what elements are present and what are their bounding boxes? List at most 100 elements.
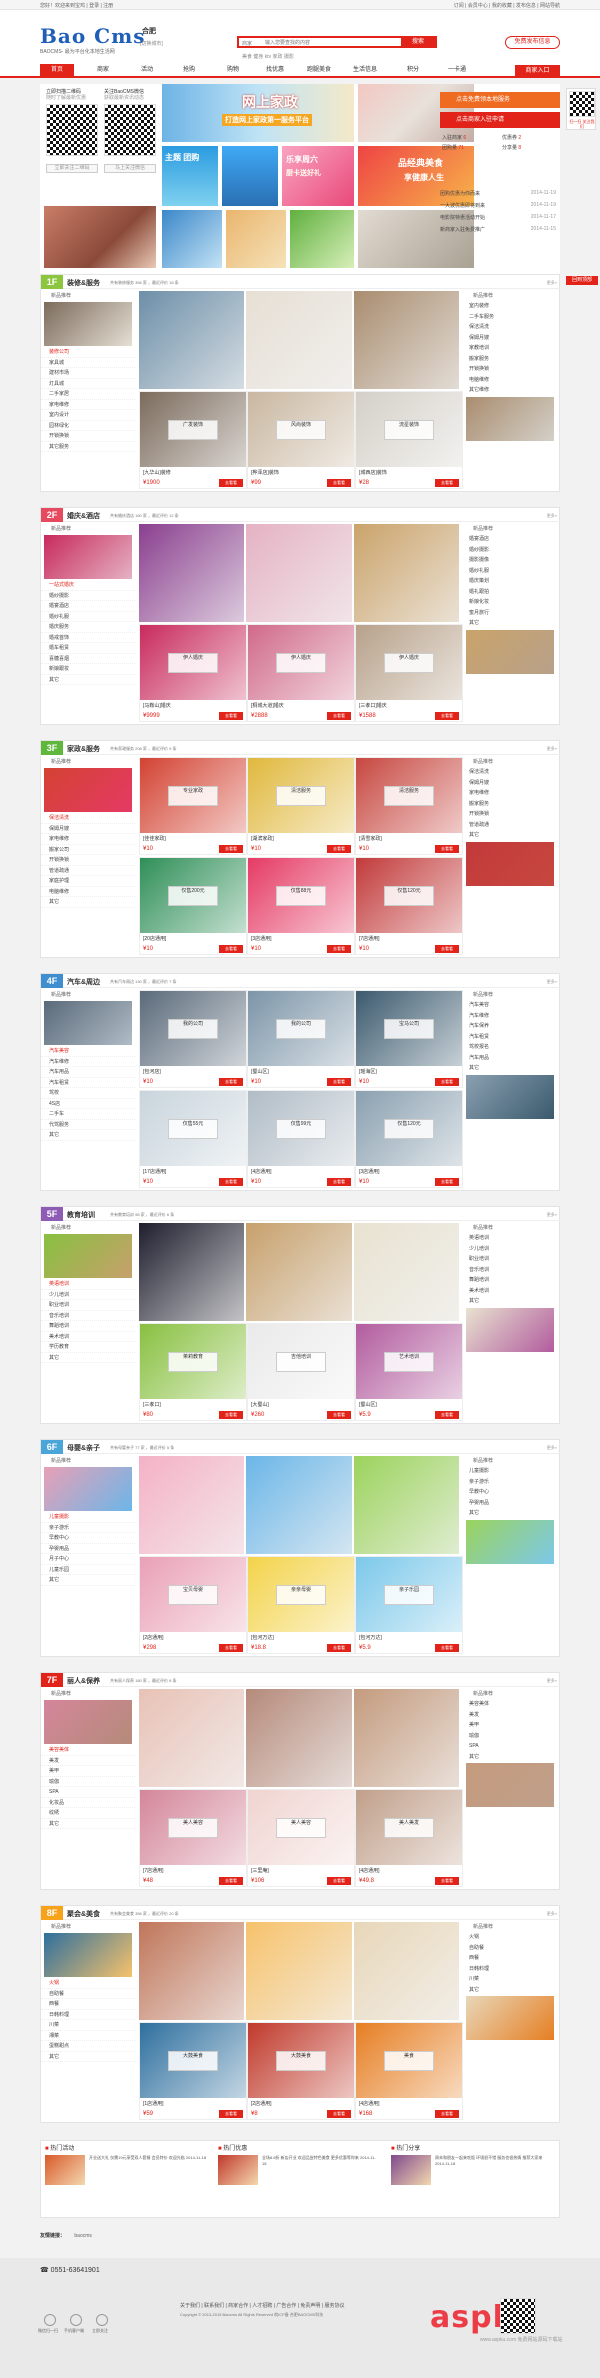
deal-go-button[interactable]: 去看看 (219, 712, 243, 720)
gallery-image[interactable] (246, 1922, 352, 2020)
category-link[interactable]: 婚纱礼服 (41, 612, 135, 622)
welcome-links[interactable]: 您好！欢迎来到宝鸡 | 登录 | 注册 (40, 2, 113, 9)
deal-card[interactable]: 大鼓美食 [1店通用] ¥59 去看看 (139, 2022, 247, 2120)
deal-title[interactable]: [城西店]装饰 (359, 469, 461, 476)
category-link[interactable]: 驾校报名 (463, 1042, 557, 1053)
gallery-image[interactable] (353, 291, 459, 389)
category-link[interactable]: 孕婴用品 (463, 1498, 557, 1509)
gallery-image[interactable] (246, 1223, 352, 1321)
deal-go-button[interactable]: 去看看 (327, 845, 351, 853)
deal-go-button[interactable]: 去看看 (327, 1877, 351, 1885)
category-link[interactable]: 婚宴酒店 (463, 534, 557, 545)
category-link[interactable]: 家电维修 (463, 788, 557, 799)
deal-card[interactable]: 吉他培训 [大蜀山] ¥260 去看看 (247, 1323, 355, 1421)
category-link[interactable]: 二手家居 (41, 389, 135, 400)
category-link[interactable]: 驾校 (41, 1088, 135, 1099)
category-link[interactable]: 其它 (41, 2052, 135, 2062)
category-link[interactable]: 二手车 (41, 1109, 135, 1120)
category-link[interactable]: 川菜 (463, 1974, 557, 1985)
deal-go-button[interactable]: 去看看 (435, 845, 459, 853)
gallery-image[interactable] (353, 1922, 459, 2020)
more-link[interactable]: 更多» (547, 1678, 557, 1684)
category-link[interactable]: 美容美体 (463, 1699, 557, 1710)
deal-title[interactable]: [湖滨家政] (251, 835, 353, 842)
floor-right-image[interactable] (466, 1307, 554, 1352)
category-link[interactable]: 开锁换锁 (41, 431, 135, 442)
category-link[interactable]: 西餐 (41, 1999, 135, 2010)
gallery-image[interactable] (139, 524, 245, 622)
floor-left-image[interactable] (44, 1700, 132, 1744)
category-link[interactable]: 其它 (41, 1130, 135, 1141)
deal-card[interactable]: 仅售55元 [17店通用] ¥10 去看看 (139, 1090, 247, 1188)
deal-card[interactable]: 风尚装饰 [桦泽店]装饰 ¥99 去看看 (247, 391, 355, 489)
category-link[interactable]: 湘菜 (41, 2031, 135, 2041)
deal-image[interactable]: 艺术培训 (356, 1324, 462, 1399)
floor-title[interactable]: 汽车&周边 (67, 977, 100, 987)
banner-food[interactable]: 品经典美食 享健康人生 (358, 146, 474, 206)
floor-right-image[interactable] (466, 841, 554, 886)
category-link[interactable]: 搬家服务 (463, 799, 557, 810)
deal-title[interactable]: [2店通用] (143, 1634, 245, 1641)
deal-title[interactable]: [三孝口]婚庆 (359, 702, 461, 709)
deal-title[interactable]: [马鞍山]婚庆 (143, 702, 245, 709)
category-link[interactable]: 室内设计 (41, 410, 135, 421)
category-link[interactable]: 化妆品 (41, 1798, 135, 1808)
deal-card[interactable]: 仅售200元 [20店通用] ¥10 去看看 (139, 857, 247, 955)
category-link[interactable]: 家教培训 (463, 343, 557, 354)
hot-text[interactable]: 全场8.8折 新店开业 欢迎品尝特色美食 更多优惠等你来 2014-11-18 (262, 2155, 380, 2167)
deal-go-button[interactable]: 去看看 (327, 1178, 351, 1186)
nav-item[interactable]: 积分 (392, 64, 434, 78)
category-link[interactable]: 婚纱摄影 (463, 545, 557, 556)
category-link[interactable]: 4S店 (41, 1099, 135, 1109)
deal-title[interactable]: [桐城大道]婚庆 (251, 702, 353, 709)
category-link[interactable]: 日韩料理 (463, 1964, 557, 1975)
deal-image[interactable]: 我的公司 (140, 991, 246, 1066)
more-link[interactable]: 更多» (547, 1212, 557, 1218)
more-link[interactable]: 更多» (547, 979, 557, 985)
deal-card[interactable]: 美食 [4店通用] ¥168 去看看 (355, 2022, 463, 2120)
deal-go-button[interactable]: 去看看 (435, 1877, 459, 1885)
deal-card[interactable]: 仅售88元 [3店通用] ¥10 去看看 (247, 857, 355, 955)
category-link[interactable]: 亲子游乐 (41, 1523, 135, 1533)
deal-go-button[interactable]: 去看看 (435, 945, 459, 953)
category-link[interactable]: 开锁换锁 (463, 809, 557, 820)
hot-keywords[interactable]: 美食 健身 ktv 家政 摄影 (242, 53, 294, 60)
deal-image[interactable]: 专业家政 (140, 758, 246, 833)
category-link[interactable]: 儿童摄影 (463, 1466, 557, 1477)
category-link[interactable]: SPA (463, 1741, 557, 1752)
deal-card[interactable]: 美人美容 [三里庵] ¥106 去看看 (247, 1789, 355, 1887)
nav-item[interactable]: 商家 (82, 64, 124, 78)
deal-title[interactable]: [4店通用] (359, 2100, 461, 2107)
category-link[interactable]: 园林绿化 (41, 421, 135, 431)
gallery-image[interactable] (353, 524, 459, 622)
deal-card[interactable]: 仅售120元 [7店通用] ¥10 去看看 (355, 857, 463, 955)
gallery-image[interactable] (139, 291, 245, 389)
gallery-image[interactable] (139, 1922, 245, 2020)
category-link[interactable]: 一站式婚庆 (41, 580, 135, 591)
category-link[interactable]: 蛋糕甜点 (41, 2041, 135, 2052)
category-link[interactable]: 孕婴用品 (41, 1544, 135, 1554)
deal-image[interactable]: 大鼓美食 (248, 2023, 354, 2098)
deal-card[interactable]: 流星装饰 [城西店]装饰 ¥28 去看看 (355, 391, 463, 489)
category-link[interactable]: 其它 (463, 830, 557, 841)
category-link[interactable]: 美甲 (41, 1766, 135, 1777)
search-input[interactable] (265, 39, 395, 47)
category-link[interactable]: 装修公司 (41, 347, 135, 358)
floor-title[interactable]: 丽人&保养 (67, 1676, 100, 1686)
category-link[interactable]: 汽车维修 (463, 1011, 557, 1022)
deal-go-button[interactable]: 去看看 (327, 1644, 351, 1652)
category-link[interactable]: 管道疏通 (463, 820, 557, 831)
deal-image[interactable]: 仅售88元 (248, 858, 354, 933)
back-to-top-button[interactable]: 回到顶部 (566, 276, 598, 285)
deal-image[interactable]: 亲亲母婴 (248, 1557, 354, 1632)
deal-image[interactable]: 我的公司 (248, 991, 354, 1066)
category-link[interactable]: 新娘跟妆 (41, 664, 135, 675)
category-link[interactable]: 其它 (463, 1063, 557, 1074)
floor-title[interactable]: 装修&服务 (67, 278, 100, 288)
floor-title[interactable]: 母婴&亲子 (67, 1443, 100, 1453)
deal-title[interactable]: [包河万达] (359, 1634, 461, 1641)
category-link[interactable]: 少儿培训 (41, 1290, 135, 1300)
floor-right-image[interactable] (466, 1996, 554, 2040)
gallery-image[interactable] (353, 1689, 459, 1787)
category-link[interactable]: 婚车租赁 (41, 643, 135, 654)
